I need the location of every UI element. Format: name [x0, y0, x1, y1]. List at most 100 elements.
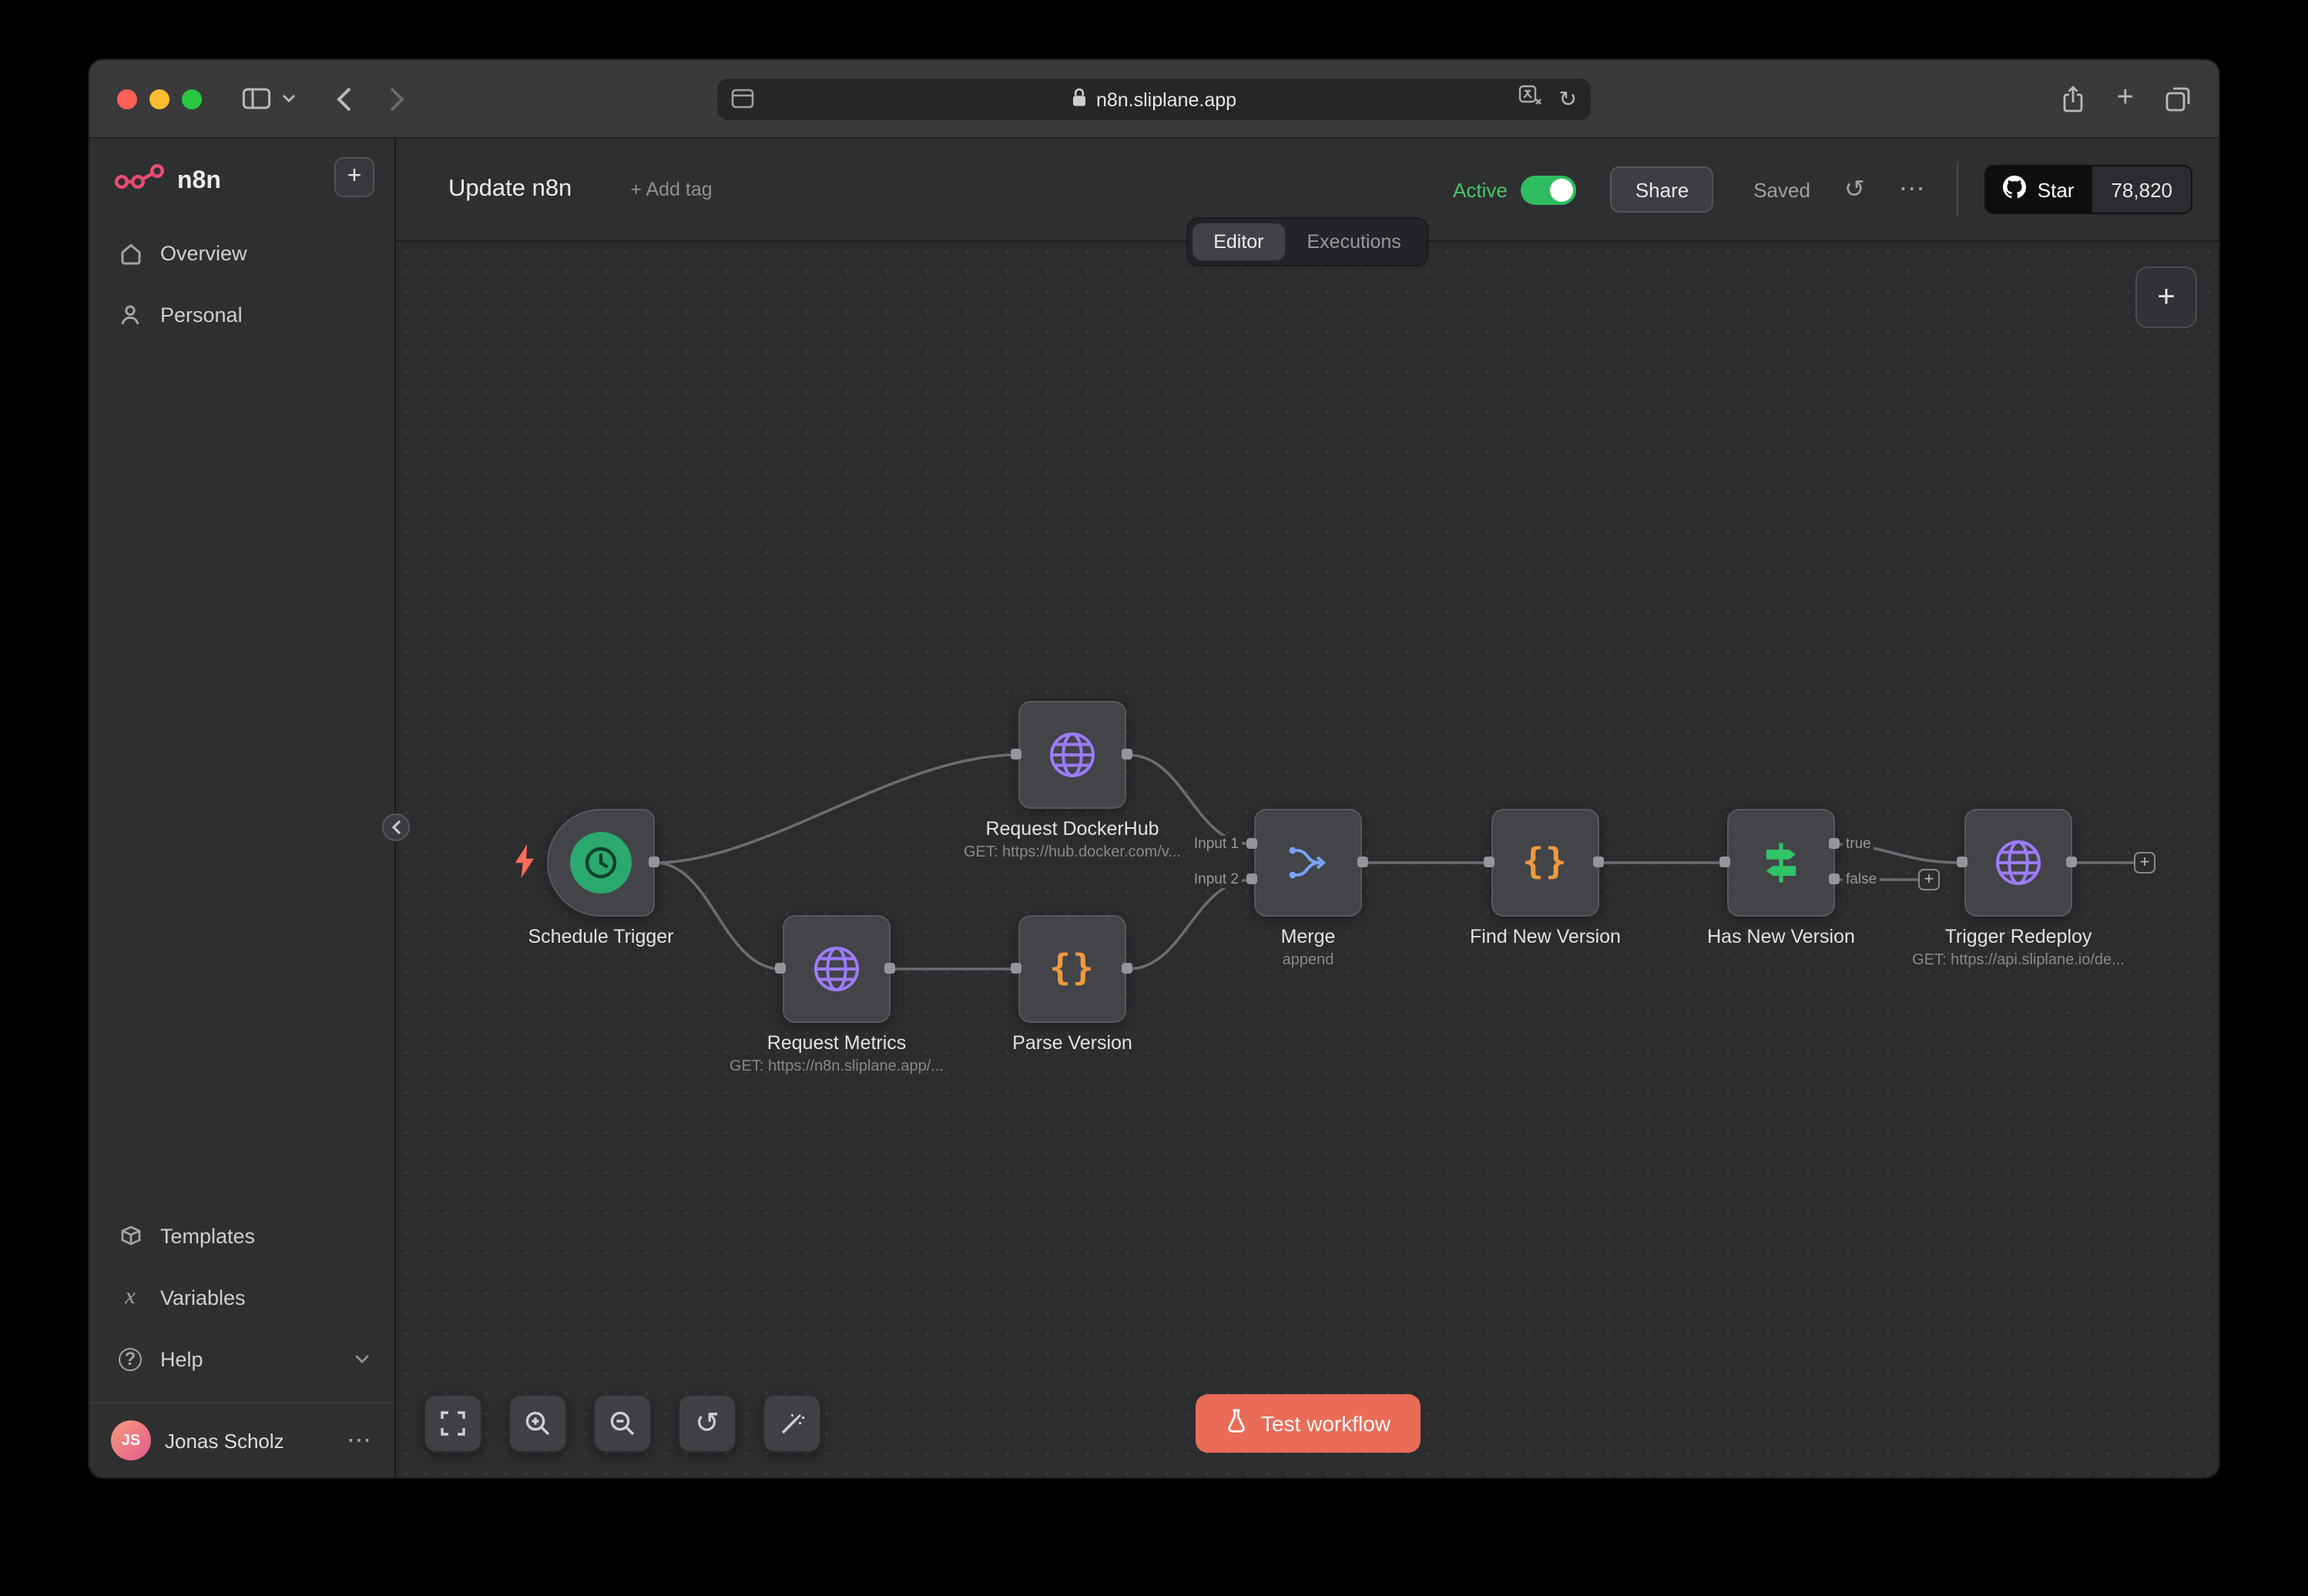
node-request-metrics: Request Metrics GET: https://n8n.sliplan… — [783, 915, 891, 1023]
output-port[interactable] — [2066, 857, 2077, 867]
workflow-more-icon[interactable]: ⋯ — [1899, 174, 1927, 205]
node-label: Find New Version — [1470, 926, 1621, 947]
add-tag-button[interactable]: + Add tag — [630, 179, 712, 200]
fit-view-button[interactable] — [424, 1394, 482, 1453]
star-label: Star — [2038, 178, 2075, 201]
address-bar-actions: ↻ — [1519, 79, 1577, 120]
variables-icon: x — [117, 1284, 143, 1310]
sidebar-item-personal[interactable]: Personal — [89, 283, 394, 345]
minimize-window-button[interactable] — [149, 89, 169, 109]
input-port[interactable] — [1011, 749, 1021, 759]
zoom-out-button[interactable] — [593, 1394, 652, 1453]
node-box[interactable] — [1964, 809, 2072, 917]
main-area: Update n8n + Add tag Active Share Saved … — [396, 139, 2219, 1477]
chevron-down-icon[interactable] — [282, 94, 296, 103]
star-count: 78,820 — [2091, 166, 2191, 213]
node-label: Merge — [1281, 926, 1336, 947]
add-node-from-false-button[interactable]: + — [1918, 869, 1940, 890]
node-box[interactable] — [547, 809, 655, 917]
output-port[interactable] — [1357, 857, 1368, 867]
output-port[interactable] — [1122, 749, 1132, 759]
history-icon[interactable]: ↺ — [1844, 174, 1865, 205]
node-box[interactable]: {} — [1491, 809, 1599, 917]
add-workflow-button[interactable]: + — [334, 157, 374, 197]
node-trigger-redeploy: Trigger Redeploy GET: https://api.slipla… — [1964, 809, 2072, 917]
github-icon — [2004, 176, 2027, 203]
github-star-widget[interactable]: Star 78,820 — [1985, 165, 2192, 214]
workflow-canvas[interactable]: Schedule Trigger Request DockerHub GET: … — [396, 242, 2219, 1477]
sidebar-item-help[interactable]: ? Help — [89, 1328, 394, 1390]
url-host: n8n.sliplane.app — [1096, 89, 1236, 110]
node-sublabel: append — [1283, 952, 1334, 969]
divider — [1957, 162, 1959, 217]
share-page-icon[interactable] — [2060, 84, 2086, 113]
sidebar-item-label: Personal — [160, 303, 243, 326]
output-port[interactable] — [884, 963, 895, 974]
reset-view-button[interactable]: ↺ — [678, 1394, 736, 1453]
test-workflow-button[interactable]: Test workflow — [1195, 1394, 1420, 1453]
code-braces-icon: {} — [1522, 843, 1568, 883]
node-sublabel: GET: https://api.sliplane.io/de... — [1912, 952, 2125, 969]
node-box[interactable] — [1727, 809, 1835, 917]
node-schedule-trigger: Schedule Trigger — [547, 809, 655, 917]
back-button[interactable] — [336, 86, 353, 112]
workflow-title[interactable]: Update n8n — [448, 176, 572, 203]
forward-button[interactable] — [388, 86, 405, 112]
tab-executions[interactable]: Executions — [1286, 223, 1423, 260]
output-port[interactable] — [1593, 857, 1604, 867]
add-node-from-output-button[interactable]: + — [2134, 852, 2155, 873]
execute-trigger-icon[interactable] — [513, 844, 538, 886]
tidy-workflow-button[interactable] — [763, 1394, 821, 1453]
new-tab-icon[interactable]: + — [2117, 82, 2134, 116]
output-port[interactable] — [1829, 838, 1840, 849]
node-box[interactable] — [783, 915, 891, 1023]
input-port[interactable] — [1246, 838, 1257, 849]
chevron-down-icon — [354, 1354, 370, 1363]
node-parse-version: {} Parse Version — [1018, 915, 1126, 1023]
sidebar-item-label: Help — [160, 1347, 203, 1370]
share-button[interactable]: Share — [1611, 166, 1713, 213]
input-port[interactable] — [1719, 857, 1730, 867]
input-port[interactable] — [1484, 857, 1494, 867]
node-box[interactable] — [1254, 809, 1362, 917]
lock-icon — [1072, 87, 1087, 112]
n8n-logo-icon — [114, 162, 165, 200]
node-box[interactable] — [1018, 701, 1126, 809]
tab-editor[interactable]: Editor — [1192, 223, 1285, 260]
input-port[interactable] — [1011, 963, 1021, 974]
node-sublabel: GET: https://hub.docker.com/v... — [964, 844, 1181, 861]
user-menu[interactable]: JS Jonas Scholz ⋯ — [89, 1402, 394, 1477]
output-port[interactable] — [1829, 873, 1840, 884]
brand: n8n + — [89, 139, 394, 222]
input-port[interactable] — [1246, 873, 1257, 884]
user-more-icon[interactable]: ⋯ — [347, 1425, 373, 1456]
input-port[interactable] — [1957, 857, 1968, 867]
active-toggle[interactable] — [1521, 175, 1577, 204]
sidebar-item-variables[interactable]: x Variables — [89, 1266, 394, 1328]
zoom-in-button[interactable] — [508, 1394, 567, 1453]
sidebar-item-overview[interactable]: Overview — [89, 222, 394, 283]
node-sublabel: GET: https://n8n.sliplane.app/... — [730, 1058, 944, 1075]
active-label: Active — [1453, 178, 1508, 201]
sidebar-toggle-icon[interactable] — [242, 86, 271, 111]
branch-true-label: true — [1843, 836, 1874, 853]
header-actions: Active Share Saved ↺ ⋯ — [1453, 162, 2192, 217]
address-bar[interactable]: n8n.sliplane.app ↻ — [717, 79, 1591, 120]
output-port[interactable] — [1122, 963, 1132, 974]
output-port[interactable] — [649, 857, 659, 867]
input-port[interactable] — [775, 963, 786, 974]
tab-overview-icon[interactable] — [2165, 86, 2191, 112]
sidebar-item-templates[interactable]: Templates — [89, 1205, 394, 1266]
node-request-dockerhub: Request DockerHub GET: https://hub.docke… — [1018, 701, 1126, 809]
browser-window: n8n.sliplane.app ↻ — [88, 59, 2220, 1479]
zoom-window-button[interactable] — [182, 89, 202, 109]
node-box[interactable]: {} — [1018, 915, 1126, 1023]
page-settings-icon[interactable] — [731, 88, 754, 117]
collapse-sidebar-button[interactable] — [382, 813, 410, 841]
home-icon — [117, 241, 143, 264]
reload-icon[interactable]: ↻ — [1559, 86, 1577, 112]
add-node-button[interactable]: + — [2135, 267, 2197, 328]
translate-icon[interactable] — [1519, 85, 1544, 114]
sidebar-item-label: Variables — [160, 1286, 246, 1309]
close-window-button[interactable] — [117, 89, 137, 109]
